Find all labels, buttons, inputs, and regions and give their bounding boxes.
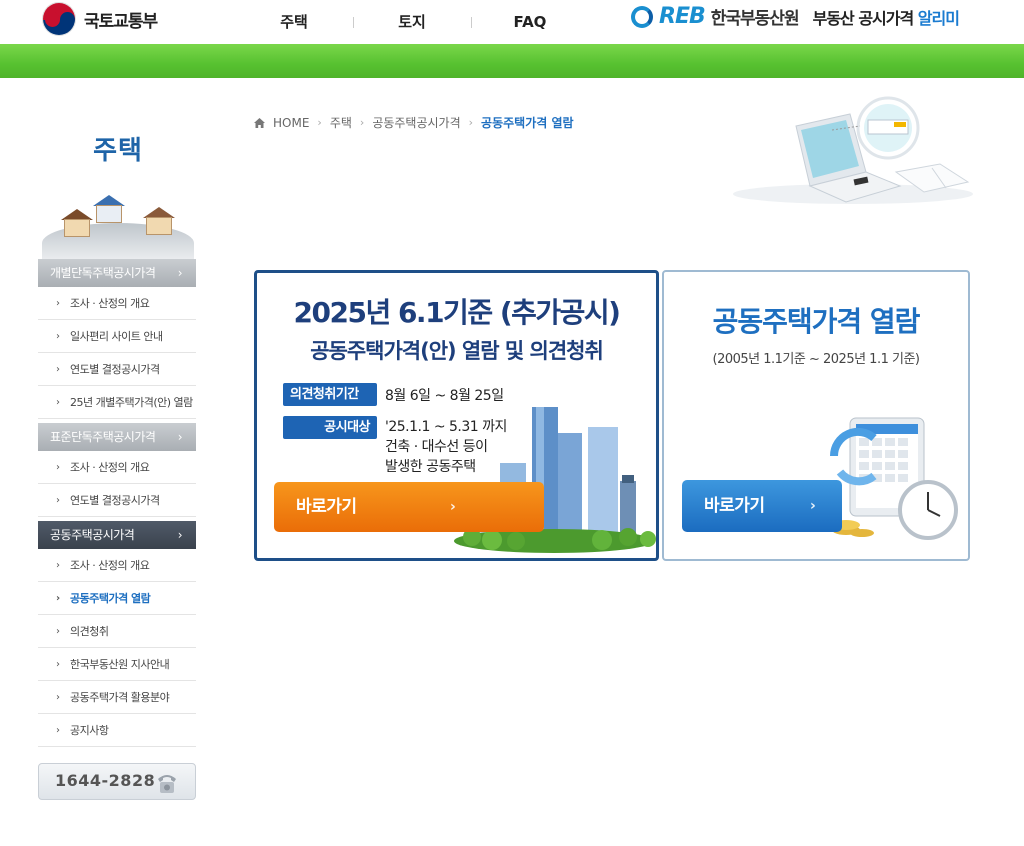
banner-left-title: 2025년 6.1기준 (추가공시): [293, 296, 621, 329]
bullet-icon: ›: [56, 692, 60, 703]
opinion-period-value: 8월 6일 ~ 8월 25일: [385, 388, 504, 404]
phone-number: 1644-2828: [55, 771, 156, 790]
menu-group-standard-house[interactable]: 표준단독주택공시가격 ›: [38, 423, 196, 451]
bullet-icon: ›: [56, 626, 60, 637]
reb-letters: REB: [659, 4, 706, 29]
nav-housing[interactable]: 주택: [235, 10, 353, 34]
menu-group-apartment[interactable]: 공동주택공시가격 ›: [38, 521, 196, 549]
menu-item-standard-overview[interactable]: › 조사 · 산정의 개요: [38, 451, 196, 484]
banner-apartment-price-view[interactable]: 공동주택가격 열람 (2005년 1.1기준 ~ 2025년 1.1 기준) 바…: [662, 270, 970, 561]
houses-illustration: [38, 183, 198, 263]
breadcrumb-separator: ›: [468, 116, 474, 129]
laptop-illustration: [733, 96, 973, 204]
breadcrumb: HOME › 주택 › 공동주택공시가격 › 공동주택가격 열람: [254, 114, 574, 131]
sidebar: 주택 개별단독주택공시가격 › › 조사 · 산정의 개요 › 일사편리 사이트 안…: [38, 130, 198, 800]
chevron-right-icon: ›: [177, 528, 183, 542]
bullet-icon: ›: [56, 331, 60, 342]
banner-additional-notice[interactable]: 2025년 6.1기준 (추가공시) 공동주택가격(안) 열람 및 의견청취 의…: [254, 270, 659, 561]
menu-item-standard-yearly[interactable]: › 연도별 결정공시가격: [38, 484, 196, 517]
menu-item-notice[interactable]: › 공지사항: [38, 714, 196, 747]
banner-left-subtitle: 공동주택가격(안) 열람 및 의견청취: [310, 339, 604, 363]
breadcrumb-housing[interactable]: 주택: [330, 114, 352, 131]
chevron-right-icon: ›: [177, 430, 183, 444]
bullet-icon: ›: [56, 298, 60, 309]
menu-group-label: 공동주택공시가격: [50, 528, 135, 542]
menu-group-label: 표준단독주택공시가격: [50, 430, 156, 444]
menu-item-branch-info[interactable]: › 한국부동산원 지사안내: [38, 648, 196, 681]
breadcrumb-home[interactable]: HOME: [273, 116, 309, 130]
go-button-label: 바로가기: [704, 496, 765, 516]
phone-contact: 1644-2828: [38, 763, 196, 800]
site-header: 국토교통부 주택 토지 FAQ REB 한국부동산원 부동산 공시가격 알리미: [0, 0, 1024, 44]
reb-name: 한국부동산원: [710, 9, 800, 29]
bullet-icon: ›: [56, 364, 60, 375]
nav-land[interactable]: 토지: [353, 10, 471, 34]
menu-item-individual-2025-view[interactable]: › 25년 개별주택가격(안) 열람: [38, 386, 196, 419]
breadcrumb-current: 공동주택가격 열람: [481, 116, 574, 130]
gov-name: 국토교통부: [84, 11, 158, 32]
menu-group-individual-house[interactable]: 개별단독주택공시가격 ›: [38, 259, 196, 287]
service-name-main: 부동산 공시가격: [812, 8, 915, 28]
menu-item-apartment-overview[interactable]: › 조사 · 산정의 개요: [38, 549, 196, 582]
bullet-icon: ›: [56, 659, 60, 670]
dotted-arrow-icon: ›: [450, 499, 456, 515]
menu-group-label: 개별단독주택공시가격: [50, 266, 156, 280]
menu-item-individual-overview[interactable]: › 조사 · 산정의 개요: [38, 287, 196, 320]
go-button-label: 바로가기: [296, 497, 357, 517]
home-icon: [254, 117, 265, 128]
sidebar-title: 주택: [93, 136, 143, 166]
menu-item-ilsapyeonri[interactable]: › 일사편리 사이트 안내: [38, 320, 196, 353]
bullet-icon: ›: [56, 397, 60, 408]
breadcrumb-separator: ›: [359, 116, 365, 129]
reb-logo[interactable]: REB 한국부동산원 부동산 공시가격 알리미: [631, 4, 960, 29]
nav-faq[interactable]: FAQ: [471, 10, 589, 34]
service-name: 부동산 공시가격 알리미: [812, 5, 960, 29]
bullet-icon: ›: [56, 725, 60, 736]
banner-right-subtitle: (2005년 1.1기준 ~ 2025년 1.1 기준): [712, 352, 920, 367]
telephone-icon: [158, 775, 176, 793]
calendar-clock-illustration: [829, 417, 958, 540]
global-nav: 주택 토지 FAQ: [235, 10, 589, 34]
menu-item-usage[interactable]: › 공동주택가격 활용분야: [38, 681, 196, 714]
dotted-arrow-icon: ›: [810, 498, 816, 514]
sidebar-menu: 개별단독주택공시가격 › › 조사 · 산정의 개요 › 일사편리 사이트 안내 ›…: [38, 259, 196, 747]
green-banner-band: [0, 44, 1024, 78]
chevron-right-icon: ›: [177, 266, 183, 280]
taegeuk-emblem-icon: [42, 2, 76, 36]
bullet-icon: ›: [56, 495, 60, 506]
menu-item-opinion[interactable]: › 의견청취: [38, 615, 196, 648]
menu-item-individual-yearly[interactable]: › 연도별 결정공시가격: [38, 353, 196, 386]
service-name-accent: 알리미: [917, 8, 960, 28]
reb-mark-icon: [631, 5, 653, 28]
go-button-additional-notice[interactable]: 바로가기 ›: [274, 482, 544, 532]
notice-target-tag: 공시대상: [283, 416, 377, 439]
breadcrumb-separator: ›: [317, 116, 322, 129]
bullet-icon: ›: [56, 593, 60, 604]
banner-right-title: 공동주택가격 열람: [712, 305, 921, 338]
menu-item-apartment-price-view[interactable]: › 공동주택가격 열람: [38, 582, 196, 615]
bullet-icon: ›: [56, 462, 60, 473]
opinion-period-tag: 의견청취기간: [283, 383, 377, 406]
breadcrumb-apartment-price[interactable]: 공동주택공시가격: [372, 114, 460, 131]
molit-logo[interactable]: 국토교통부: [42, 2, 158, 36]
go-button-price-view[interactable]: 바로가기 ›: [682, 480, 842, 532]
bullet-icon: ›: [56, 560, 60, 571]
